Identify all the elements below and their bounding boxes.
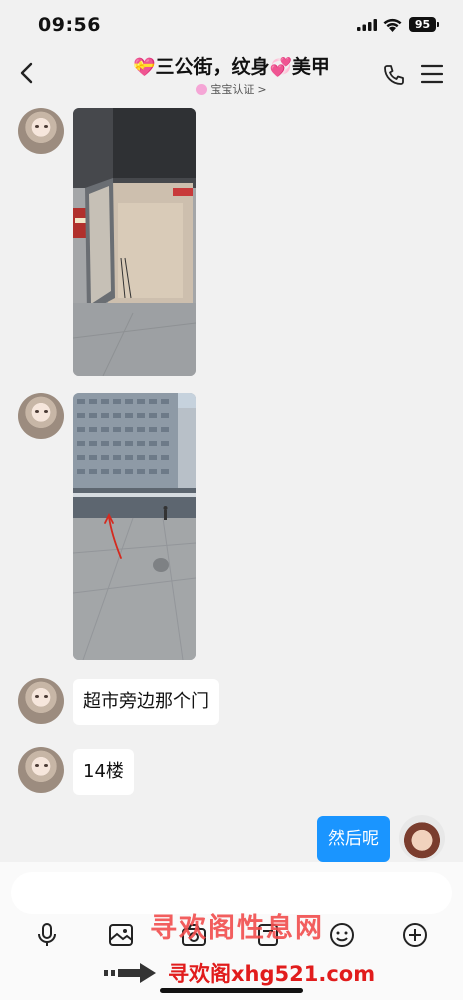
contact-avatar[interactable] bbox=[18, 393, 64, 439]
chat-title-block[interactable]: 💝三公街，纹身💞美甲 宝宝认证 > bbox=[80, 52, 383, 99]
watermark-title: 寻欢阁性息网 bbox=[150, 913, 324, 944]
contact-avatar[interactable] bbox=[18, 108, 64, 154]
emoji-icon bbox=[330, 923, 354, 947]
text-message[interactable]: 14楼 bbox=[73, 749, 134, 795]
chevron-right-icon: > bbox=[257, 82, 267, 96]
battery-indicator: 95 bbox=[409, 17, 439, 32]
back-icon[interactable] bbox=[16, 60, 38, 86]
verification-label: 宝宝认证 bbox=[210, 83, 255, 96]
wifi-icon bbox=[383, 18, 402, 32]
my-avatar[interactable] bbox=[399, 815, 445, 861]
heart-gift-icon: 💝 bbox=[133, 57, 156, 78]
watermark-url: 寻欢阁xhg521.com bbox=[168, 962, 376, 986]
plaza-photo bbox=[73, 393, 196, 660]
contact-avatar[interactable] bbox=[18, 747, 64, 793]
chat-header: 💝三公街，纹身💞美甲 宝宝认证 > bbox=[0, 50, 463, 98]
add-icon bbox=[403, 923, 427, 947]
watermark-arrow-icon bbox=[104, 963, 156, 983]
image-button[interactable] bbox=[108, 922, 134, 948]
image-message-plaza[interactable] bbox=[73, 393, 196, 660]
mic-button[interactable] bbox=[34, 922, 60, 948]
chat-title-part2: 美甲 bbox=[291, 56, 330, 78]
contact-avatar[interactable] bbox=[18, 678, 64, 724]
verification-badge[interactable]: 宝宝认证 > bbox=[196, 81, 267, 97]
mic-icon bbox=[38, 923, 56, 946]
my-text-message[interactable]: 然后呢 bbox=[317, 816, 390, 862]
verify-icon bbox=[196, 83, 208, 95]
chat-title: 💝三公街，纹身💞美甲 bbox=[80, 52, 383, 79]
menu-icon[interactable] bbox=[421, 64, 443, 84]
status-bar: 09:56 95 bbox=[0, 0, 463, 50]
signal-icon bbox=[357, 19, 377, 31]
phone-icon[interactable] bbox=[382, 63, 406, 87]
home-indicator[interactable] bbox=[160, 988, 303, 993]
status-time: 09:56 bbox=[38, 14, 101, 36]
add-button[interactable] bbox=[402, 922, 428, 948]
chat-title-part1: 三公街，纹身 bbox=[155, 56, 270, 78]
twin-hearts-icon: 💞 bbox=[269, 57, 292, 78]
text-message[interactable]: 超市旁边那个门 bbox=[73, 679, 219, 725]
image-message-entrance[interactable] bbox=[73, 108, 196, 376]
image-icon bbox=[109, 924, 133, 946]
emoji-button[interactable] bbox=[329, 922, 355, 948]
entrance-photo bbox=[73, 108, 196, 376]
